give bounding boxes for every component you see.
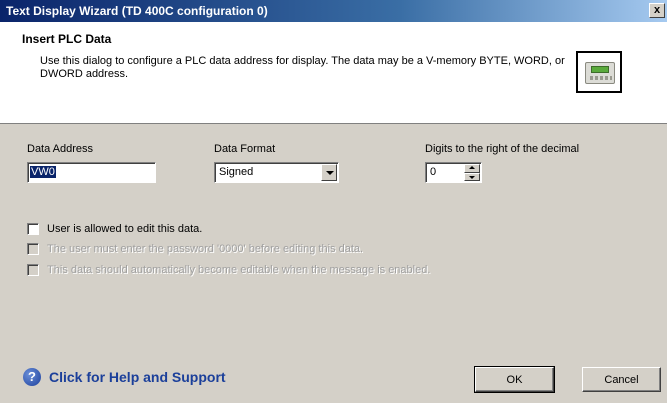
ok-button[interactable]: OK [474, 366, 555, 393]
title-bar[interactable]: Text Display Wizard (TD 400C configurati… [0, 0, 667, 22]
allow-edit-option[interactable]: User is allowed to edit this data. [27, 223, 202, 235]
td400c-device-icon [576, 51, 622, 93]
data-address-value: VW0 [30, 166, 56, 178]
auto-editable-option: This data should automatically become ed… [27, 264, 430, 276]
header-panel: Insert PLC Data Use this dialog to confi… [0, 22, 667, 124]
text-display-wizard-window: Text Display Wizard (TD 400C configurati… [0, 0, 667, 403]
data-format-label: Data Format [214, 143, 276, 155]
help-link-label[interactable]: Click for Help and Support [49, 369, 226, 385]
header-description: Use this dialog to configure a PLC data … [40, 55, 565, 80]
auto-editable-checkbox [27, 264, 39, 276]
digits-spinner[interactable]: 0 [425, 162, 482, 183]
help-link[interactable]: ? Click for Help and Support [23, 368, 226, 386]
spin-up-arrow-icon[interactable] [464, 164, 480, 173]
device-screen [591, 66, 609, 73]
auto-editable-label: This data should automatically become ed… [47, 264, 431, 276]
password-checkbox [27, 243, 39, 255]
window-title: Text Display Wizard (TD 400C configurati… [6, 4, 268, 18]
data-address-label: Data Address [27, 143, 94, 155]
allow-edit-checkbox[interactable] [27, 223, 39, 235]
device-keys [590, 76, 612, 80]
password-option: The user must enter the password '0000' … [27, 243, 363, 255]
data-address-input[interactable]: VW0 [27, 162, 156, 183]
cancel-button[interactable]: Cancel [582, 367, 661, 392]
close-button[interactable]: x [649, 3, 665, 18]
digits-value: 0 [430, 166, 437, 178]
password-label: The user must enter the password '0000' … [47, 243, 364, 255]
spin-down-arrow-icon[interactable] [464, 172, 480, 181]
help-question-icon[interactable]: ? [23, 368, 41, 386]
chevron-down-icon[interactable] [321, 164, 337, 181]
device-body [585, 62, 615, 84]
data-format-value: Signed [219, 166, 254, 178]
data-format-select[interactable]: Signed [214, 162, 339, 183]
spinner-buttons [464, 164, 480, 181]
allow-edit-label: User is allowed to edit this data. [47, 223, 203, 235]
header-title: Insert PLC Data [22, 32, 112, 46]
digits-label: Digits to the right of the decimal [425, 143, 580, 155]
